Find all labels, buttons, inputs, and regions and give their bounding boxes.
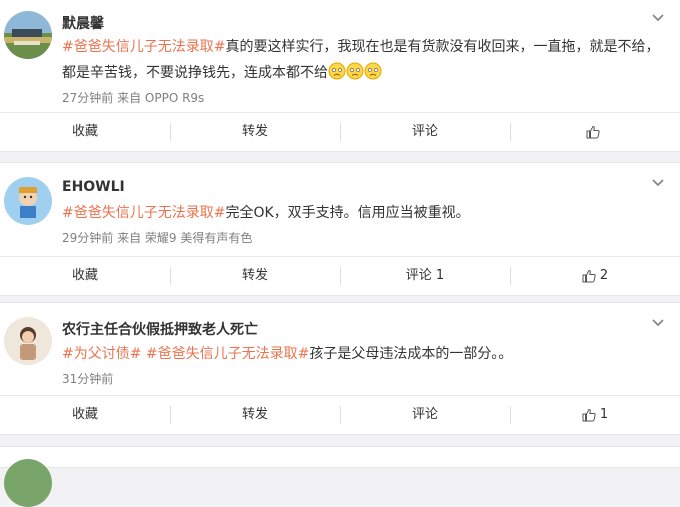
user-avatar[interactable] <box>4 177 52 225</box>
topic-link[interactable]: #爸爸失信儿子无法录取# <box>62 39 225 55</box>
comment-text: #爸爸失信儿子无法录取#完全OK，双手支持。信用应当被重视。 <box>62 205 470 221</box>
user-avatar[interactable] <box>4 11 52 59</box>
thumb-up-icon <box>582 408 596 422</box>
author-name[interactable]: 默晨馨 <box>62 13 104 33</box>
emoji-group <box>328 62 382 81</box>
topic-link[interactable]: #爸爸失信儿子无法录取# <box>146 346 309 362</box>
thumb-up-icon <box>586 125 600 139</box>
weibo-comment-card-partial <box>0 446 680 507</box>
like-button[interactable]: 1 <box>510 396 680 434</box>
comment-button[interactable]: 评论 <box>340 113 510 151</box>
topic-link[interactable]: #为父讨债# <box>62 346 141 362</box>
forward-button[interactable]: 转发 <box>170 257 340 295</box>
comment-button[interactable]: 评论 <box>340 396 510 434</box>
weibo-comment-card: 农行主任合伙假抵押致老人死亡 #为父讨债# #爸爸失信儿子无法录取#孩子是父母违… <box>0 302 680 435</box>
post-meta: 31分钟前 <box>62 372 114 386</box>
forward-button[interactable]: 转发 <box>170 113 340 151</box>
weibo-comment-card: 默晨馨 #爸爸失信儿子无法录取#真的要这样实行，我现在也是有货款没有收回来，一直… <box>0 0 680 152</box>
post-meta: 27分钟前 来自 OPPO R9s <box>62 91 205 105</box>
sad-face-emoji-icon <box>364 62 382 80</box>
collect-button[interactable]: 收藏 <box>0 396 170 434</box>
like-button[interactable]: 2 <box>510 257 680 295</box>
user-avatar[interactable] <box>4 459 52 507</box>
comment-button[interactable]: 评论 1 <box>340 257 510 295</box>
chevron-down-icon[interactable] <box>650 175 666 191</box>
author-name[interactable]: 农行主任合伙假抵押致老人死亡 <box>62 319 258 339</box>
user-avatar[interactable] <box>4 317 52 365</box>
sad-face-emoji-icon <box>346 62 364 80</box>
weibo-comment-card: EHOWLI #爸爸失信儿子无法录取#完全OK，双手支持。信用应当被重视。 29… <box>0 162 680 296</box>
chevron-down-icon[interactable] <box>650 315 666 331</box>
action-bar: 收藏 转发 评论 <box>0 112 680 151</box>
collect-button[interactable]: 收藏 <box>0 113 170 151</box>
action-bar: 收藏 转发 评论 1 2 <box>0 256 680 295</box>
topic-link[interactable]: #爸爸失信儿子无法录取# <box>62 205 225 221</box>
like-button[interactable] <box>510 113 680 151</box>
like-count: 2 <box>599 268 609 283</box>
post-meta: 29分钟前 来自 荣耀9 美得有声有色 <box>62 231 253 245</box>
author-name[interactable]: EHOWLI <box>62 179 125 195</box>
comment-text: #为父讨债# #爸爸失信儿子无法录取#孩子是父母违法成本的一部分。。 <box>62 346 513 362</box>
chevron-down-icon[interactable] <box>650 10 666 26</box>
sad-face-emoji-icon <box>328 62 346 80</box>
forward-button[interactable]: 转发 <box>170 396 340 434</box>
action-bar: 收藏 转发 评论 1 <box>0 395 680 434</box>
thumb-up-icon <box>582 269 596 283</box>
like-count: 1 <box>599 407 609 422</box>
collect-button[interactable]: 收藏 <box>0 257 170 295</box>
comment-text: #爸爸失信儿子无法录取#真的要这样实行，我现在也是有货款没有收回来，一直拖，就是… <box>62 39 660 81</box>
